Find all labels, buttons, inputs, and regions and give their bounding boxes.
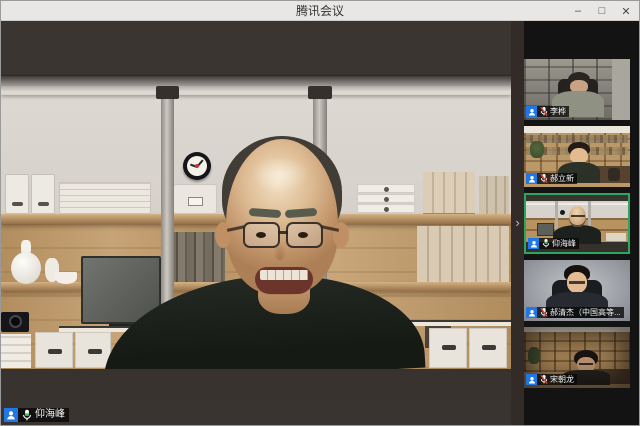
participant-tile-active[interactable]: 仰海峰 [524,193,630,254]
glasses [569,281,585,284]
avatar-badge [526,106,537,117]
plant [530,141,544,158]
participant-label: 宋朝龙 [526,374,577,385]
mic-muted-icon [540,173,548,184]
collapse-sidebar-icon[interactable]: › [512,213,523,233]
mic-muted-icon [540,106,548,117]
maximize-icon[interactable]: □ [593,2,611,20]
books [417,226,509,282]
mic-active-icon [22,409,32,422]
vase [11,252,41,284]
mic-muted-icon [540,374,548,385]
person-ear [215,222,231,248]
participant-tile[interactable]: 宋朝龙 [524,327,630,388]
participant-name: 郝清杰（中国高等... [550,307,621,318]
participant-tile[interactable]: 李桦 [524,59,630,120]
person-nose [273,242,287,260]
speaker-name-label: 仰海峰 [4,408,69,422]
participants-sidebar: 李桦 郝立新 [524,21,640,426]
participant-label: 郝清杰（中国高等... [526,307,624,318]
window-title: 腾讯会议 [296,2,344,19]
person-mouth [255,267,313,294]
avatar-badge [526,374,537,385]
avatar-person-icon [528,376,536,384]
storage-box [35,332,73,368]
meeting-window: 腾讯会议 – □ ✕ [0,0,640,426]
glasses-bridge [278,231,288,234]
person-teeth [260,270,308,280]
storage-box [173,184,217,214]
speaker-video-frame [1,76,511,369]
camera [1,312,29,332]
file-box [5,174,29,214]
avatar-badge [4,408,18,422]
wall-rail [526,203,628,205]
participant-tile[interactable]: 郝立新 [524,126,630,187]
close-icon[interactable]: ✕ [617,2,635,20]
bowl [55,272,77,284]
storage-box [606,233,626,241]
participant-name: 宋朝龙 [550,374,574,385]
minimize-icon[interactable]: – [569,2,587,20]
meeting-content: 仰海峰 › 李桦 [1,21,640,426]
glasses [571,215,585,217]
wall-clock [183,152,211,180]
box-label [188,197,203,206]
drawer [357,204,415,213]
main-speaker-video[interactable]: 仰海峰 [1,21,511,426]
books [479,176,509,214]
avatar-person-icon [528,175,536,183]
ceiling [524,126,630,133]
participant-name: 仰海峰 [552,238,576,249]
avatar-badge [526,173,537,184]
speaker-name: 仰海峰 [35,408,65,422]
person-eye [298,232,308,238]
window-controls: – □ ✕ [569,1,635,21]
participant-label: 郝立新 [526,173,577,184]
participant-name: 郝立新 [550,173,574,184]
storage-box [469,328,507,368]
avatar-person-icon [528,108,536,116]
clock-center [195,164,199,168]
mic-active-icon [542,238,550,249]
book-stack [1,334,31,368]
chair [608,168,620,181]
window-light [612,59,630,120]
person-eye [256,232,266,238]
monitor [537,223,554,236]
avatar-badge [526,307,537,318]
mic-muted-icon [540,307,548,318]
folder-stack [59,182,151,214]
avatar-person-icon [530,240,538,248]
storage-box [429,328,467,368]
avatar-person-icon [528,309,536,317]
avatar-person-icon [6,410,16,420]
file-box [31,174,55,214]
camera-lens [9,315,22,328]
sidebar-divider: › [511,21,524,426]
participant-label: 李桦 [526,106,569,117]
drawer [357,194,415,203]
titlebar: 腾讯会议 – □ ✕ [1,1,639,21]
participant-tile[interactable]: 郝清杰（中国高等... [524,260,630,321]
top-shadow [1,76,511,92]
wall-clock [560,210,565,215]
drawer [357,184,415,193]
name-chip: 仰海峰 [18,408,69,422]
books [423,172,475,214]
drawer-boxes [357,184,415,214]
participant-name: 李桦 [550,106,566,117]
participant-label: 仰海峰 [528,238,579,249]
person-ear [333,222,349,248]
avatar-badge [528,238,539,249]
forehead-highlight [251,156,309,192]
